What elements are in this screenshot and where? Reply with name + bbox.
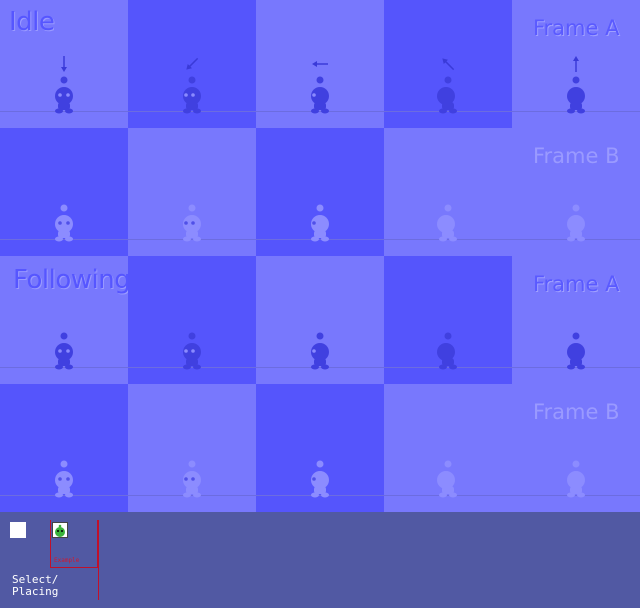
- chao-sprite-down: [55, 332, 73, 370]
- sprite-cell[interactable]: Idle: [0, 0, 128, 128]
- sprite-cell[interactable]: [128, 384, 256, 512]
- chao-sprite: [296, 168, 344, 248]
- sprite-cell[interactable]: [256, 128, 384, 256]
- chao-sprite: [424, 424, 472, 504]
- chao-sprite-up: [567, 460, 585, 498]
- mode-label: Select/ Placing: [12, 573, 59, 598]
- example-label: Example: [54, 557, 80, 564]
- select-tool-button[interactable]: [10, 522, 26, 538]
- chao-sprite-down: [55, 460, 73, 498]
- chao-sprite: [40, 296, 88, 376]
- sprite-cell[interactable]: [256, 256, 384, 384]
- sprite-sheet: Idle Frame A Frame B Following Frame A Frame …: [0, 0, 640, 512]
- chao-sprite-left: [311, 460, 329, 498]
- frame-label: Frame B: [533, 144, 620, 168]
- example-frame-edge: [98, 520, 99, 600]
- chao-sprite: [552, 168, 600, 248]
- arrow-up-left-icon: [442, 58, 455, 71]
- sprite-cell[interactable]: [256, 384, 384, 512]
- chao-sprite-down-left: [183, 460, 201, 498]
- chao-sprite: [552, 296, 600, 376]
- section-label: Following: [13, 265, 131, 295]
- direction-arrow: [52, 52, 76, 80]
- arrow-down-icon: [61, 56, 67, 72]
- sprite-cell[interactable]: [256, 0, 384, 128]
- sprite-cell[interactable]: [0, 384, 128, 512]
- chao-sprite: [40, 168, 88, 248]
- chao-sprite: [168, 424, 216, 504]
- chao-sprite-left: [311, 332, 329, 370]
- sprite-cell[interactable]: [384, 256, 512, 384]
- chao-sprite: [296, 296, 344, 376]
- chao-sprite: [168, 296, 216, 376]
- section-label: Idle: [9, 7, 55, 37]
- chao-thumbnail-icon[interactable]: [52, 522, 68, 538]
- direction-arrow: [564, 52, 588, 80]
- frame-label: Frame A: [533, 16, 620, 40]
- chao-sprite-down-left: [183, 204, 201, 242]
- chao-sprite-down: [55, 204, 73, 242]
- chao-sprite-left: [311, 204, 329, 242]
- sprite-cell[interactable]: [128, 128, 256, 256]
- arrow-up-icon: [573, 56, 579, 72]
- direction-arrow: [436, 52, 460, 80]
- chao-sprite: [424, 296, 472, 376]
- sprite-cell[interactable]: Following: [0, 256, 131, 384]
- sprite-cell[interactable]: [384, 0, 512, 128]
- sprite-cell[interactable]: [128, 256, 256, 384]
- arrow-down-left-icon: [186, 57, 199, 70]
- arrow-left-icon: [312, 61, 328, 67]
- frame-label: Frame A: [533, 272, 620, 296]
- chao-sprite-up-left: [437, 332, 457, 370]
- chao-sprite-down-left: [183, 332, 201, 370]
- toolbar: Example Select/ Placing: [0, 512, 640, 608]
- sprite-cell[interactable]: [384, 384, 512, 512]
- chao-sprite-up: [567, 332, 585, 370]
- direction-arrow: [308, 52, 332, 80]
- sprite-cell[interactable]: Frame B: [512, 384, 640, 512]
- sprite-cell[interactable]: Frame A: [512, 0, 640, 128]
- chao-sprite: [424, 168, 472, 248]
- direction-arrow: [180, 52, 204, 80]
- sprite-cell[interactable]: [128, 0, 256, 128]
- chao-sprite-up-left: [437, 460, 457, 498]
- chao-sprite-up: [567, 204, 585, 242]
- chao-sprite: [296, 424, 344, 504]
- sprite-cell[interactable]: [384, 128, 512, 256]
- chao-sprite: [168, 168, 216, 248]
- chao-sprite: [552, 424, 600, 504]
- sprite-cell[interactable]: Frame B: [512, 128, 640, 256]
- chao-sprite: [40, 424, 88, 504]
- sprite-cell[interactable]: [0, 128, 128, 256]
- chao-sprite-up-left: [437, 204, 457, 242]
- frame-label: Frame B: [533, 400, 620, 424]
- sprite-cell[interactable]: Frame A: [512, 256, 640, 384]
